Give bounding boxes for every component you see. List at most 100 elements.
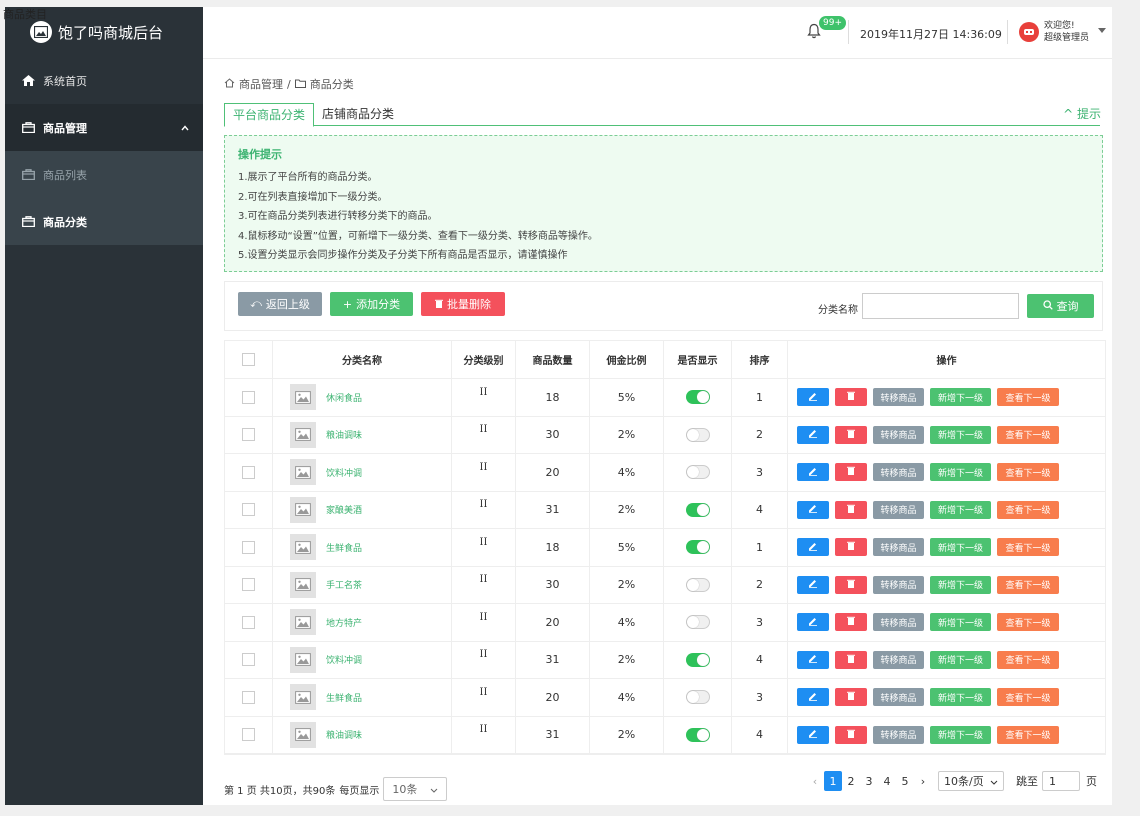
view-child-button[interactable]: 查看下一级 [997,463,1059,482]
transfer-goods-button[interactable]: 转移商品 [873,575,924,594]
select-all-checkbox[interactable] [242,353,255,366]
delete-button[interactable] [835,538,867,557]
page-number-button[interactable]: 5 [896,771,914,791]
row-checkbox[interactable] [242,390,255,404]
edit-button[interactable] [797,575,829,594]
transfer-goods-button[interactable]: 转移商品 [873,688,924,707]
next-page-button[interactable]: › [914,771,932,791]
view-child-button[interactable]: 查看下一级 [997,388,1059,407]
view-child-button[interactable]: 查看下一级 [997,425,1059,444]
add-category-button[interactable]: + 添加分类 [330,292,413,316]
row-checkbox[interactable] [242,503,255,517]
sidebar-group-goods[interactable]: 商品管理 [5,104,203,151]
view-child-button[interactable]: 查看下一级 [997,650,1059,669]
edit-button[interactable] [797,425,829,444]
add-child-button[interactable]: 新增下一级 [930,613,991,632]
category-name[interactable]: 粮油调味 [326,728,362,741]
category-name[interactable]: 生鲜食品 [326,691,362,704]
visibility-toggle[interactable] [685,540,710,555]
hint-toggle[interactable]: ^ 提示 [1063,105,1101,122]
visibility-toggle[interactable] [685,690,710,705]
delete-button[interactable] [835,500,867,519]
transfer-goods-button[interactable]: 转移商品 [873,425,924,444]
delete-button[interactable] [835,725,867,744]
avatar[interactable] [1019,22,1039,42]
row-checkbox[interactable] [242,728,255,742]
transfer-goods-button[interactable]: 转移商品 [873,725,924,744]
page-size-select[interactable]: 10条/页 [938,771,1004,791]
user-welcome[interactable]: 欢迎您! 超级管理员 [1044,20,1089,44]
view-child-button[interactable]: 查看下一级 [997,688,1059,707]
row-checkbox[interactable] [242,690,255,704]
add-child-button[interactable]: 新增下一级 [930,725,991,744]
tab-shop-category[interactable]: 店铺商品分类 [314,103,402,125]
transfer-goods-button[interactable]: 转移商品 [873,538,924,557]
delete-button[interactable] [835,463,867,482]
sidebar-item-goods-category[interactable]: 商品分类 [5,198,203,245]
add-child-button[interactable]: 新增下一级 [930,425,991,444]
add-child-button[interactable]: 新增下一级 [930,463,991,482]
add-child-button[interactable]: 新增下一级 [930,650,991,669]
view-child-button[interactable]: 查看下一级 [997,575,1059,594]
search-button[interactable]: 查询 [1027,294,1094,318]
category-name[interactable]: 手工名茶 [326,578,362,591]
home-outline-icon[interactable] [224,77,235,91]
visibility-toggle[interactable] [685,502,710,517]
category-name[interactable]: 粮油调味 [326,428,362,441]
transfer-goods-button[interactable]: 转移商品 [873,650,924,669]
row-checkbox[interactable] [242,653,255,667]
page-number-button[interactable]: 4 [878,771,896,791]
visibility-toggle[interactable] [685,390,710,405]
page-number-button[interactable]: 3 [860,771,878,791]
row-checkbox[interactable] [242,540,255,554]
back-button[interactable]: ⤺ 返回上级 [238,292,322,316]
category-name[interactable]: 饮料冲调 [326,653,362,666]
view-child-button[interactable]: 查看下一级 [997,500,1059,519]
category-name[interactable]: 休闲食品 [326,391,362,404]
caret-down-icon[interactable] [1098,28,1106,33]
row-checkbox[interactable] [242,428,255,442]
add-child-button[interactable]: 新增下一级 [930,575,991,594]
edit-button[interactable] [797,500,829,519]
delete-button[interactable] [835,613,867,632]
add-child-button[interactable]: 新增下一级 [930,500,991,519]
view-child-button[interactable]: 查看下一级 [997,613,1059,632]
visibility-toggle[interactable] [685,577,710,592]
edit-button[interactable] [797,688,829,707]
batch-delete-button[interactable]: 批量删除 [421,292,505,316]
add-child-button[interactable]: 新增下一级 [930,388,991,407]
row-checkbox[interactable] [242,465,255,479]
edit-button[interactable] [797,538,829,557]
delete-button[interactable] [835,388,867,407]
category-name[interactable]: 饮料冲调 [326,466,362,479]
delete-button[interactable] [835,650,867,669]
visibility-toggle[interactable] [685,652,710,667]
transfer-goods-button[interactable]: 转移商品 [873,613,924,632]
page-number-button[interactable]: 2 [842,771,860,791]
transfer-goods-button[interactable]: 转移商品 [873,463,924,482]
category-name[interactable]: 生鲜食品 [326,541,362,554]
jump-input[interactable]: 1 [1042,771,1080,791]
tab-platform-category[interactable]: 平台商品分类 [224,103,315,127]
page-number-button[interactable]: 1 [824,771,842,791]
transfer-goods-button[interactable]: 转移商品 [873,388,924,407]
delete-button[interactable] [835,688,867,707]
visibility-toggle[interactable] [685,465,710,480]
sidebar-item-goods-list[interactable]: 商品列表 [5,151,203,198]
sidebar-item-home[interactable]: 系统首页 [5,57,203,104]
view-child-button[interactable]: 查看下一级 [997,538,1059,557]
row-checkbox[interactable] [242,578,255,592]
edit-button[interactable] [797,388,829,407]
visibility-toggle[interactable] [685,727,710,742]
delete-button[interactable] [835,425,867,444]
breadcrumb-parent[interactable]: 商品管理 [239,76,283,92]
prev-page-button[interactable]: ‹ [806,771,824,791]
transfer-goods-button[interactable]: 转移商品 [873,500,924,519]
edit-button[interactable] [797,725,829,744]
category-name[interactable]: 家酿美酒 [326,503,362,516]
visibility-toggle[interactable] [685,615,710,630]
visibility-toggle[interactable] [685,427,710,442]
per-page-select[interactable]: 10条 [383,777,448,801]
edit-button[interactable] [797,463,829,482]
add-child-button[interactable]: 新增下一级 [930,688,991,707]
